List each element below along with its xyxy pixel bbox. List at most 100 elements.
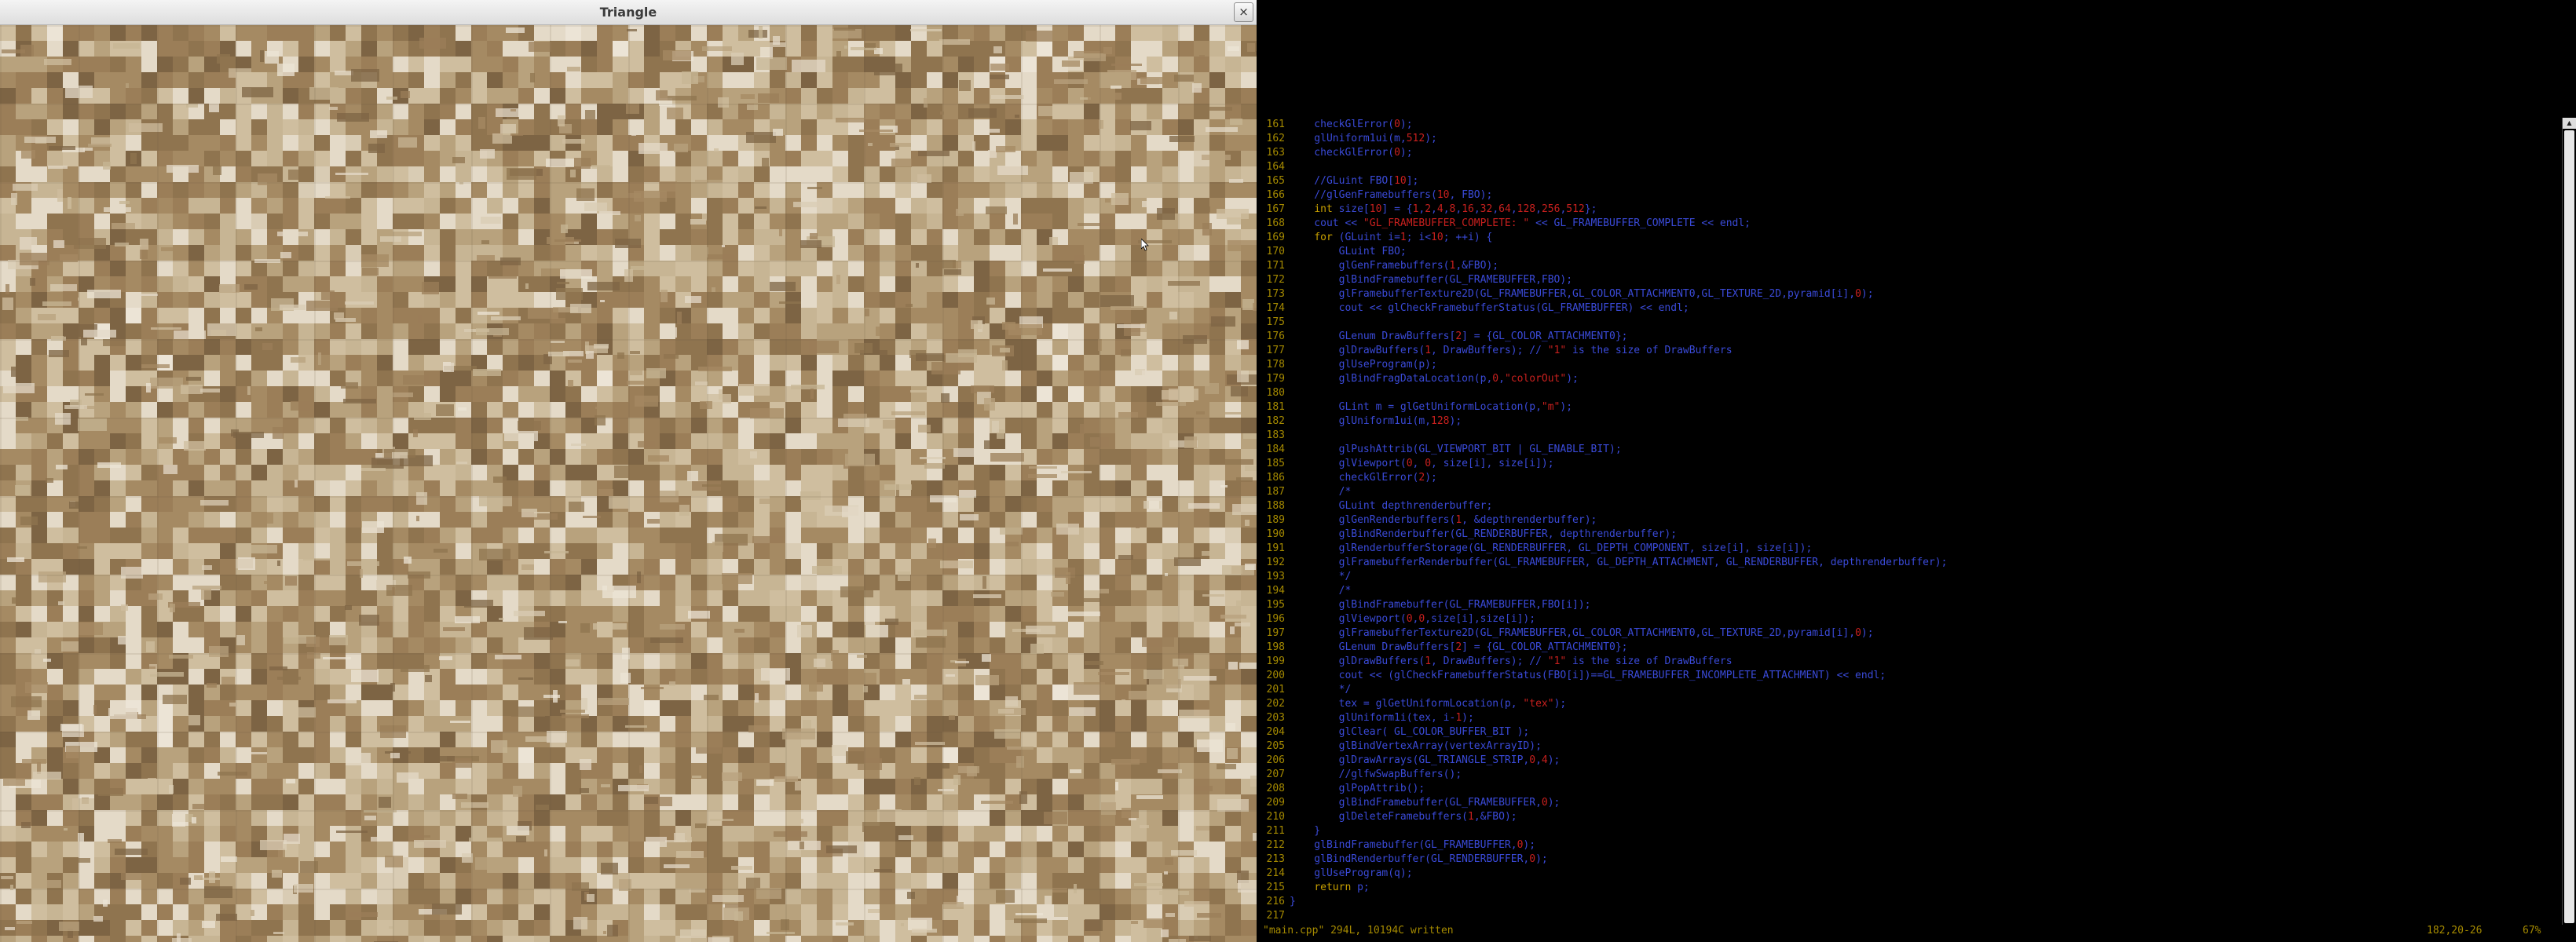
code-line[interactable]: 194 /* — [1257, 584, 2552, 598]
code-line[interactable]: 175 — [1257, 316, 2552, 330]
code-text: //GLuint FBO[10]; — [1290, 175, 1419, 187]
code-line[interactable]: 192 glFramebufferRenderbuffer(GL_FRAMEBU… — [1257, 556, 2552, 570]
code-line[interactable]: 168 cout << "GL_FRAMEBUFFER_COMPLETE: " … — [1257, 217, 2552, 231]
code-text: glUniform1ui(m,512); — [1290, 133, 1437, 144]
code-line[interactable]: 185 glViewport(0, 0, size[i], size[i]); — [1257, 457, 2552, 471]
line-number: 186 — [1266, 472, 1285, 484]
line-number: 180 — [1266, 387, 1285, 399]
line-number: 174 — [1266, 302, 1285, 314]
code-line[interactable]: 184 glPushAttrib(GL_VIEWPORT_BIT | GL_EN… — [1257, 443, 2552, 457]
code-line[interactable]: 173 glFramebufferTexture2D(GL_FRAMEBUFFE… — [1257, 287, 2552, 301]
terminal-window[interactable]: 161 checkGlError(0); 162 glUniform1ui(m,5… — [1257, 0, 2576, 942]
code-text: glFramebufferTexture2D(GL_FRAMEBUFFER,GL… — [1290, 627, 1874, 639]
code-text: glBindFramebuffer(GL_FRAMEBUFFER,FBO); — [1290, 274, 1573, 286]
code-line[interactable]: 203 glUniform1i(tex, i-1); — [1257, 711, 2552, 725]
code-line[interactable]: 174 cout << glCheckFramebufferStatus(GL_… — [1257, 301, 2552, 316]
code-line[interactable]: 190 glBindRenderbuffer(GL_RENDERBUFFER, … — [1257, 528, 2552, 542]
window-titlebar[interactable]: Triangle × — [0, 0, 1257, 25]
code-line[interactable]: 199 glDrawBuffers(1, DrawBuffers); // "1… — [1257, 655, 2552, 669]
scroll-up-icon[interactable]: ▲ — [2563, 118, 2576, 129]
line-number: 191 — [1266, 542, 1285, 554]
terminal-scrollbar[interactable]: ▲ — [2562, 118, 2576, 925]
code-line[interactable]: 170 GLuint FBO; — [1257, 245, 2552, 259]
code-line[interactable]: 169 for (GLuint i=1; i<10; ++i) { — [1257, 231, 2552, 245]
code-line[interactable]: 161 checkGlError(0); — [1257, 118, 2552, 132]
code-line[interactable]: 176 GLenum DrawBuffers[2] = {GL_COLOR_AT… — [1257, 330, 2552, 344]
line-number: 201 — [1266, 684, 1285, 696]
code-text: glPopAttrib(); — [1290, 783, 1425, 794]
code-line[interactable]: 201 */ — [1257, 683, 2552, 697]
line-number: 172 — [1266, 274, 1285, 286]
code-line[interactable]: 210 glDeleteFramebuffers(1,&FBO); — [1257, 810, 2552, 824]
gl-render-canvas[interactable] — [0, 25, 1257, 942]
code-line[interactable]: 186 checkGlError(2); — [1257, 471, 2552, 485]
line-number: 217 — [1266, 910, 1285, 922]
line-number: 182 — [1266, 415, 1285, 427]
line-number: 209 — [1266, 797, 1285, 809]
code-text: cout << glCheckFramebufferStatus(GL_FRAM… — [1290, 302, 1689, 314]
code-line[interactable]: 211 } — [1257, 824, 2552, 838]
code-line[interactable]: 171 glGenFramebuffers(1,&FBO); — [1257, 259, 2552, 273]
code-text: for (GLuint i=1; i<10; ++i) { — [1314, 232, 1493, 243]
code-line[interactable]: 164 — [1257, 160, 2552, 174]
code-line[interactable]: 208 glPopAttrib(); — [1257, 782, 2552, 796]
code-line[interactable]: 206 glDrawArrays(GL_TRIANGLE_STRIP,0,4); — [1257, 754, 2552, 768]
code-text: glBindFramebuffer(GL_FRAMEBUFFER,0); — [1290, 839, 1536, 851]
code-line[interactable]: 209 glBindFramebuffer(GL_FRAMEBUFFER,0); — [1257, 796, 2552, 810]
code-line[interactable]: 183 — [1257, 429, 2552, 443]
code-line[interactable]: 193 */ — [1257, 570, 2552, 584]
code-line[interactable]: 181 GLint m = glGetUniformLocation(p,"m"… — [1257, 400, 2552, 414]
line-number: 199 — [1266, 655, 1285, 667]
code-text: glUniform1i(tex, i-1); — [1290, 712, 1474, 724]
code-text: glUseProgram(q); — [1290, 867, 1413, 879]
code-text: */ — [1290, 684, 1352, 696]
code-line[interactable]: 179 glBindFragDataLocation(p,0,"colorOut… — [1257, 372, 2552, 386]
code-line[interactable]: 212 glBindFramebuffer(GL_FRAMEBUFFER,0); — [1257, 838, 2552, 853]
scrollbar-thumb[interactable] — [2564, 130, 2574, 923]
code-line[interactable]: 215 return p; — [1257, 881, 2552, 895]
code-line[interactable]: 198 GLenum DrawBuffers[2] = {GL_COLOR_AT… — [1257, 641, 2552, 655]
code-line[interactable]: 196 glViewport(0,0,size[i],size[i]); — [1257, 612, 2552, 626]
code-line[interactable]: 214 glUseProgram(q); — [1257, 867, 2552, 881]
line-number: 163 — [1266, 147, 1285, 159]
code-line[interactable]: 165 //GLuint FBO[10]; — [1257, 174, 2552, 188]
code-line[interactable]: 217 — [1257, 909, 2552, 923]
code-text: glUseProgram(p); — [1290, 359, 1437, 371]
code-line[interactable]: 207 //glfwSwapBuffers(); — [1257, 768, 2552, 782]
code-line[interactable]: 187 /* — [1257, 485, 2552, 499]
code-line[interactable]: 180 — [1257, 386, 2552, 400]
code-line[interactable]: 197 glFramebufferTexture2D(GL_FRAMEBUFFE… — [1257, 626, 2552, 641]
code-line[interactable]: 163 checkGlError(0); — [1257, 146, 2552, 160]
code-line[interactable]: 177 glDrawBuffers(1, DrawBuffers); // "1… — [1257, 344, 2552, 358]
code-line[interactable]: 178 glUseProgram(p); — [1257, 358, 2552, 372]
line-number: 177 — [1266, 345, 1285, 356]
code-line[interactable]: 202 tex = glGetUniformLocation(p, "tex")… — [1257, 697, 2552, 711]
close-button[interactable]: × — [1234, 2, 1253, 22]
code-line[interactable]: 200 cout << (glCheckFramebufferStatus(FB… — [1257, 669, 2552, 683]
code-line[interactable]: 162 glUniform1ui(m,512); — [1257, 132, 2552, 146]
code-text: cout << "GL_FRAMEBUFFER_COMPLETE: " << G… — [1290, 217, 1751, 229]
code-line[interactable]: 204 glClear( GL_COLOR_BUFFER_BIT ); — [1257, 725, 2552, 739]
line-number: 215 — [1266, 882, 1285, 893]
code-line[interactable]: 216} — [1257, 895, 2552, 909]
code-text: glBindFragDataLocation(p,0,"colorOut"); — [1290, 373, 1579, 385]
code-text: checkGlError(0); — [1290, 119, 1413, 130]
code-text: checkGlError(2); — [1290, 472, 1437, 484]
code-editor[interactable]: 161 checkGlError(0); 162 glUniform1ui(m,5… — [1257, 118, 2552, 923]
code-line[interactable]: 213 glBindRenderbuffer(GL_RENDERBUFFER,0… — [1257, 853, 2552, 867]
code-line[interactable]: 188 GLuint depthrenderbuffer; — [1257, 499, 2552, 513]
line-number: 208 — [1266, 783, 1285, 794]
code-line[interactable]: 172 glBindFramebuffer(GL_FRAMEBUFFER,FBO… — [1257, 273, 2552, 287]
status-scroll-percent: 67% — [2523, 925, 2541, 937]
code-line[interactable]: 166 //glGenFramebuffers(10, FBO); — [1257, 188, 2552, 203]
line-number: 207 — [1266, 769, 1285, 780]
code-line[interactable]: 182 glUniform1ui(m,128); — [1257, 414, 2552, 429]
code-line[interactable]: 167 int size[10] = {1,2,4,8,16,32,64,128… — [1257, 203, 2552, 217]
code-text: glViewport(0,0,size[i],size[i]); — [1290, 613, 1536, 625]
code-line[interactable]: 195 glBindFramebuffer(GL_FRAMEBUFFER,FBO… — [1257, 598, 2552, 612]
code-text: glFramebufferRenderbuffer(GL_FRAMEBUFFER… — [1290, 557, 1948, 568]
code-line[interactable]: 191 glRenderbufferStorage(GL_RENDERBUFFE… — [1257, 542, 2552, 556]
code-line[interactable]: 205 glBindVertexArray(vertexArrayID); — [1257, 739, 2552, 754]
code-line[interactable]: 189 glGenRenderbuffers(1, &depthrenderbu… — [1257, 513, 2552, 528]
line-number: 196 — [1266, 613, 1285, 625]
